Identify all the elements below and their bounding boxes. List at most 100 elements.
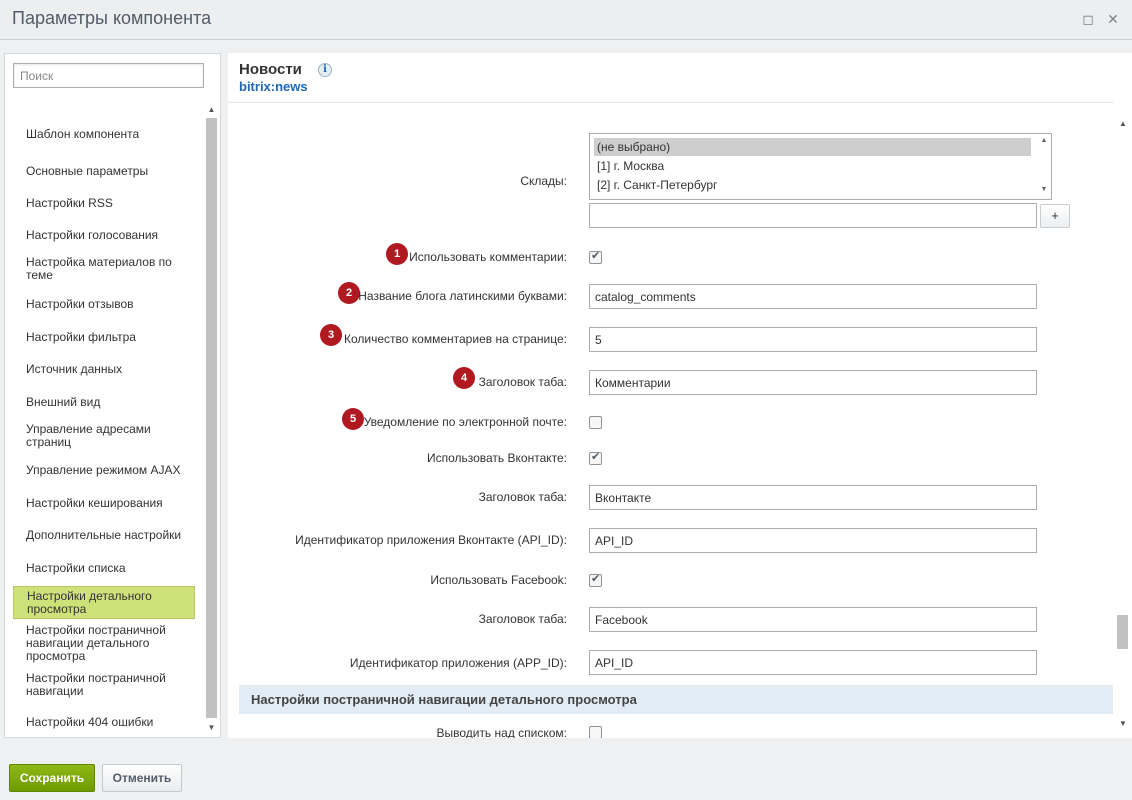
vk-api-input[interactable] [589,528,1037,553]
email-notify-label: Уведомление по электронной почте: [363,415,567,429]
sidebar-item[interactable]: Настройки голосования [13,225,195,245]
sidebar-item[interactable]: Управление режимом AJAX [13,460,195,480]
sidebar-item[interactable]: Шаблон компонента [13,128,195,141]
save-button[interactable]: Сохранить [9,764,95,792]
scroll-up-icon[interactable]: ▲ [205,104,218,116]
sidebar-item[interactable]: Управление адресами страниц [13,421,195,451]
checkmark-icon: ✔ [591,451,601,463]
vk-api-label: Идентификатор приложения Вконтакте (API_… [295,533,567,547]
fb-app-input[interactable] [589,650,1037,675]
use-vk-checkbox[interactable]: ✔ [589,451,602,465]
step-badge-3: 3 [320,324,342,346]
stores-option[interactable]: [2] г. Санкт-Петербург [594,176,1031,194]
scrollbar-thumb[interactable] [1117,615,1128,649]
use-comments-checkbox[interactable]: ✔ [589,250,602,264]
info-icon[interactable]: i [318,63,332,77]
scroll-up-icon[interactable]: ▲ [1037,137,1051,144]
use-fb-label: Использовать Facebook: [430,573,567,587]
sidebar-item-label: Настройки фильтра [26,329,136,344]
sidebar-item[interactable]: Настройки постраничной навигации [13,670,195,700]
sidebar-item[interactable]: Источник данных [13,359,195,379]
maximize-icon[interactable]: ◻ [1079,10,1097,28]
sidebar-item-label: Настройки списка [26,560,126,575]
scrollbar-thumb[interactable] [206,118,217,718]
sidebar-item-label: Управление режимом AJAX [26,462,181,477]
sidebar-item[interactable]: Настройки RSS [13,193,195,213]
listbox-scrollbar[interactable]: ▲ ▼ [1037,134,1051,199]
scroll-down-icon[interactable]: ▼ [1116,719,1130,728]
sidebar-item[interactable]: Настройки постраничной навигации детальн… [13,622,195,664]
sidebar-item-label: Настройка материалов по теме [26,255,172,282]
step-badge-4: 4 [453,367,475,389]
sidebar-item-label: Шаблон компонента [26,127,140,141]
sidebar-item-label: Настройки постраничной навигации детальн… [26,622,166,663]
stores-add-input[interactable] [589,203,1037,228]
scroll-down-icon[interactable]: ▼ [205,722,218,734]
sidebar-item-label: Настройки детального просмотра [27,588,152,616]
vk-tab-input[interactable] [589,485,1037,510]
sidebar-item-label: Источник данных [26,361,123,376]
step-badge-1: 1 [386,243,408,265]
step-badge-2: 2 [338,282,360,304]
sidebar-item[interactable]: Настройки кеширования [13,493,195,513]
sidebar-item-label: Основные параметры [26,163,149,178]
sidebar-item-label: Настройки кеширования [26,495,163,510]
tab-title-label: Заголовок таба: [478,375,567,389]
blog-name-input[interactable] [589,284,1037,309]
sidebar-item[interactable]: Дополнительные настройки [13,525,195,545]
sidebar-item-label: Настройки постраничной навигации [26,671,166,698]
sidebar-item-label: Дополнительные настройки [26,527,182,542]
component-title: Новости [239,61,302,78]
search-input[interactable] [13,63,204,88]
section-header-pager-detail: Настройки постраничной навигации детальн… [239,685,1113,714]
checkmark-icon: ✔ [591,573,601,585]
sidebar-item-label: Управление адресами страниц [26,422,151,449]
fb-tab-input[interactable] [589,607,1037,632]
add-store-button[interactable]: + [1040,204,1070,228]
stores-option[interactable]: [1] г. Москва [594,157,1031,175]
fb-tab-label: Заголовок таба: [478,612,567,626]
sidebar-item-label: Настройки RSS [26,195,113,210]
stores-listbox[interactable]: (не выбрано) [1] г. Москва [2] г. Санкт-… [589,133,1052,200]
sidebar-item[interactable]: Настройки фильтра [13,327,195,347]
component-code: bitrix:news [239,79,308,94]
window-titlebar: Параметры компонента ◻ ✕ [0,0,1132,40]
vk-tab-label: Заголовок таба: [478,490,567,504]
sidebar: Шаблон компонента Основные параметры Нас… [4,53,221,738]
use-vk-label: Использовать Вконтакте: [426,451,567,465]
scroll-down-icon[interactable]: ▼ [1037,186,1051,193]
sidebar-item[interactable]: Настройки 404 ошибки [13,712,195,732]
sidebar-item[interactable]: Настройки списка [13,558,195,578]
tab-title-input[interactable] [589,370,1037,395]
sidebar-scrollbar[interactable]: ▲ ▼ [205,104,218,734]
comments-count-label: Количество комментариев на странице: [344,332,567,346]
show-above-list-checkbox[interactable] [589,726,602,738]
cancel-button[interactable]: Отменить [102,764,182,792]
checkmark-icon: ✔ [591,250,601,262]
stores-option-selected[interactable]: (не выбрано) [594,138,1031,156]
use-comments-label: Использовать комментарии: [409,250,567,264]
sidebar-item[interactable]: Настройки отзывов [13,294,195,314]
sidebar-item-label: Настройки голосования [26,227,159,242]
blog-name-label: Название блога латинскими буквами: [358,289,567,303]
fb-app-label: Идентификатор приложения (APP_ID): [349,656,567,670]
step-badge-5: 5 [342,408,364,430]
sidebar-item-active[interactable]: Настройки детального просмотра [13,586,195,619]
sidebar-item-label: Внешний вид [26,394,101,409]
comments-count-input[interactable] [589,327,1037,352]
close-icon[interactable]: ✕ [1104,10,1122,28]
sidebar-item-label: Настройки отзывов [26,296,134,311]
stores-label: Склады: [520,174,567,188]
sidebar-item[interactable]: Настройка материалов по теме [13,254,195,284]
main-scrollbar[interactable]: ▲ ▼ [1116,119,1130,734]
scroll-up-icon[interactable]: ▲ [1116,119,1130,128]
main-panel: Новости i bitrix:news Склады: (не выбран… [228,53,1132,738]
header-divider [228,102,1114,103]
email-notify-checkbox[interactable] [589,416,602,429]
show-above-list-label: Выводить над списком: [436,726,567,738]
sidebar-item[interactable]: Основные параметры [13,161,195,181]
window-title: Параметры компонента [12,8,212,28]
sidebar-item-label: Настройки 404 ошибки [26,714,154,729]
use-fb-checkbox[interactable]: ✔ [589,573,602,587]
sidebar-item[interactable]: Внешний вид [13,392,195,412]
